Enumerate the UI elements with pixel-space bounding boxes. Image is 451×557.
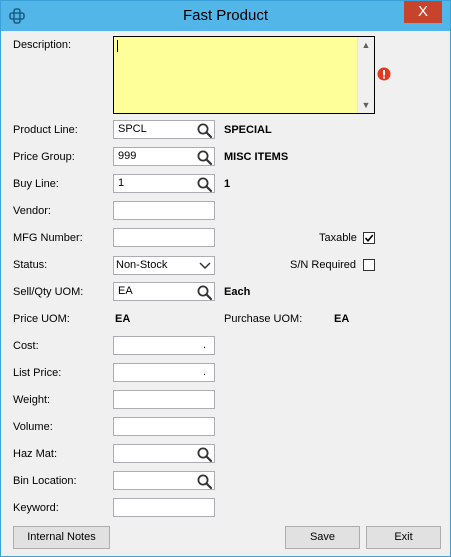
list-price-label: List Price: — [13, 367, 62, 379]
sell-qty-uom-label: Sell/Qty UOM: — [13, 286, 84, 298]
search-icon[interactable] — [196, 149, 213, 166]
fast-product-window: Fast Product X Description: ▲ ▼ Product … — [0, 0, 451, 557]
search-icon[interactable] — [196, 473, 213, 490]
volume-field[interactable] — [113, 417, 215, 436]
description-scrollbar[interactable]: ▲ ▼ — [357, 37, 374, 113]
price-group-value: 999 — [118, 150, 137, 162]
close-button[interactable]: X — [404, 1, 442, 23]
checkmark-icon — [364, 234, 374, 243]
buy-line-label: Buy Line: — [13, 178, 59, 190]
internal-notes-button[interactable]: Internal Notes — [13, 526, 110, 549]
volume-label: Volume: — [13, 421, 53, 433]
price-group-field[interactable]: 999 — [113, 147, 215, 166]
status-select[interactable]: Non-Stock — [113, 256, 215, 275]
taxable-label: Taxable — [319, 232, 357, 244]
sell-qty-uom-value: EA — [118, 285, 133, 297]
cost-label: Cost: — [13, 340, 39, 352]
buy-line-value: 1 — [118, 177, 125, 189]
scroll-down-icon[interactable]: ▼ — [358, 97, 374, 113]
cost-decimal: . — [202, 339, 206, 351]
product-line-label: Product Line: — [13, 124, 78, 136]
search-icon[interactable] — [196, 284, 213, 301]
buy-line-description: 1 — [224, 178, 231, 190]
window-title: Fast Product — [182, 7, 269, 24]
mfg-number-label: MFG Number: — [13, 232, 83, 244]
sell-qty-uom-field[interactable]: EA — [113, 282, 215, 301]
purchase-uom-value: EA — [334, 313, 350, 325]
weight-field[interactable] — [113, 390, 215, 409]
price-uom-value: EA — [115, 313, 131, 325]
keyword-label: Keyword: — [13, 502, 59, 514]
haz-mat-field[interactable] — [113, 444, 215, 463]
buy-line-field[interactable]: 1 — [113, 174, 215, 193]
product-line-field[interactable]: SPCL — [113, 120, 215, 139]
list-price-decimal: . — [202, 366, 206, 378]
vendor-field[interactable] — [113, 201, 215, 220]
description-label: Description: — [13, 39, 72, 51]
exit-button[interactable]: Exit — [366, 526, 441, 549]
title-bar: Fast Product X — [1, 1, 450, 31]
chevron-down-icon — [199, 262, 211, 270]
vendor-label: Vendor: — [13, 205, 51, 217]
product-line-description: SPECIAL — [224, 124, 272, 136]
price-group-label: Price Group: — [13, 151, 75, 163]
price-group-description: MISC ITEMS — [224, 151, 289, 163]
list-price-field[interactable]: . — [113, 363, 215, 382]
search-icon[interactable] — [196, 446, 213, 463]
sell-qty-uom-description: Each — [224, 286, 251, 298]
mfg-number-field[interactable] — [113, 228, 215, 247]
status-label: Status: — [13, 259, 48, 271]
text-caret — [117, 40, 118, 52]
search-icon[interactable] — [196, 176, 213, 193]
keyword-field[interactable] — [113, 498, 215, 517]
weight-label: Weight: — [13, 394, 51, 406]
error-icon — [377, 67, 391, 81]
haz-mat-label: Haz Mat: — [13, 448, 58, 460]
save-button[interactable]: Save — [285, 526, 360, 549]
scroll-up-icon[interactable]: ▲ — [358, 37, 374, 53]
description-textarea[interactable]: ▲ ▼ — [113, 36, 375, 114]
status-value: Non-Stock — [116, 259, 168, 271]
purchase-uom-label: Purchase UOM: — [224, 313, 303, 325]
taxable-checkbox[interactable] — [363, 232, 375, 244]
product-line-value: SPCL — [118, 123, 147, 135]
search-icon[interactable] — [196, 122, 213, 139]
sn-required-label: S/N Required — [290, 259, 357, 271]
cost-field[interactable]: . — [113, 336, 215, 355]
bin-location-field[interactable] — [113, 471, 215, 490]
sn-required-checkbox[interactable] — [363, 259, 375, 271]
price-uom-label: Price UOM: — [13, 313, 70, 325]
bin-location-label: Bin Location: — [13, 475, 77, 487]
